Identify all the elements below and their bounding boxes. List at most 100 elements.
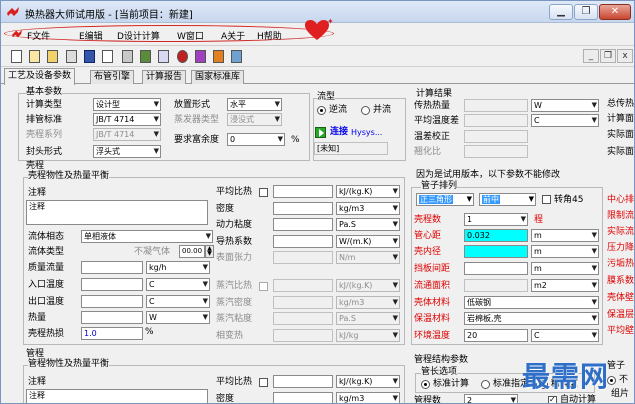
- restore-button[interactable]: ❐: [574, 4, 598, 20]
- shell-material-select[interactable]: 低碳钢: [464, 296, 599, 309]
- grid-icon[interactable]: [138, 49, 153, 64]
- shell-series-select[interactable]: JB/T 4714: [93, 128, 161, 141]
- save-icon[interactable]: [82, 49, 97, 64]
- mean-temp-unit[interactable]: C: [531, 114, 599, 127]
- tube-cp-unit[interactable]: kJ/(kg.K): [336, 375, 400, 388]
- shell-id-unit[interactable]: m: [531, 245, 599, 258]
- cp-input[interactable]: [273, 185, 333, 198]
- tube-passes-select[interactable]: 2: [464, 394, 518, 403]
- std-calc-label: 标准计算: [433, 379, 470, 389]
- ambient-temp-input[interactable]: 20: [464, 329, 528, 342]
- surface-tension-input[interactable]: [273, 251, 333, 264]
- tab-tube-engine[interactable]: 布管引擎: [90, 70, 135, 84]
- menu-window[interactable]: W窗口: [177, 29, 204, 42]
- new-file-icon[interactable]: [9, 49, 24, 64]
- viscosity-input[interactable]: [273, 218, 333, 231]
- vapor-cp-checkbox[interactable]: [259, 282, 268, 291]
- counter-flow-radio[interactable]: [317, 106, 326, 115]
- fluid-type-spinner[interactable]: ▲ ▼: [205, 245, 214, 258]
- tube-cp-input[interactable]: [273, 375, 333, 388]
- tab-process-params[interactable]: 工艺及设备参数: [4, 68, 76, 85]
- parallel-flow-radio[interactable]: [361, 106, 370, 115]
- vapor-cp-input[interactable]: [273, 279, 333, 292]
- outlet-temp-input[interactable]: [81, 295, 143, 308]
- graph-icon[interactable]: [156, 49, 171, 64]
- heat-input[interactable]: [81, 311, 143, 324]
- pitch-unit[interactable]: m: [531, 229, 599, 242]
- std-specify-radio[interactable]: [481, 380, 490, 389]
- inlet-temp-unit[interactable]: C: [146, 278, 210, 291]
- latent-heat-unit[interactable]: kJ/kg: [336, 329, 400, 342]
- cp-checkbox[interactable]: [259, 188, 268, 197]
- menu-file[interactable]: F文件: [27, 29, 50, 42]
- std-calc-radio[interactable]: [421, 380, 430, 389]
- shell-loss-input[interactable]: 1.0: [81, 327, 143, 340]
- tube-note-input[interactable]: 注释: [26, 389, 208, 403]
- hysys-link[interactable]: Hysys...: [351, 127, 382, 138]
- menu-help[interactable]: H帮助: [257, 29, 282, 42]
- tube-density-input[interactable]: [273, 392, 333, 403]
- conductivity-input[interactable]: [273, 235, 333, 248]
- heat-unit[interactable]: W: [146, 311, 210, 324]
- vapor-cp-unit[interactable]: kJ/(kg.K): [336, 279, 400, 292]
- margin-select[interactable]: 0: [227, 133, 285, 146]
- calculator-icon[interactable]: [120, 49, 135, 64]
- surface-tension-unit[interactable]: N/m: [336, 251, 400, 264]
- menu-edit[interactable]: E编辑: [79, 29, 103, 42]
- vapor-density-unit[interactable]: kg/m3: [336, 296, 400, 309]
- phase-select[interactable]: 单相液体: [81, 230, 213, 243]
- shell-passes-select[interactable]: 1: [464, 213, 528, 226]
- chart-icon[interactable]: [211, 49, 226, 64]
- vapor-viscosity-unit[interactable]: Pa.S: [336, 312, 400, 325]
- open-folder-icon[interactable]: [45, 49, 60, 64]
- calc-type-select[interactable]: 设计型: [93, 98, 161, 111]
- density-input[interactable]: [273, 202, 333, 215]
- fluid-type-number[interactable]: 00.00: [179, 245, 205, 258]
- close-button[interactable]: ✕: [599, 4, 631, 20]
- palette-icon[interactable]: [193, 49, 208, 64]
- head-type-select[interactable]: 浮头式: [93, 145, 161, 158]
- menu-design-calc[interactable]: D设计计算: [117, 29, 160, 42]
- copy-icon[interactable]: [100, 49, 115, 64]
- connect-link[interactable]: 连接: [330, 127, 348, 138]
- shell-note-input[interactable]: 注释: [26, 200, 208, 225]
- play-icon[interactable]: [315, 127, 326, 138]
- tube-std-select[interactable]: JB/T 4714: [93, 113, 161, 126]
- baffle-spacing-input[interactable]: [464, 262, 528, 275]
- open-file-icon[interactable]: [27, 49, 42, 64]
- tube-cp-checkbox[interactable]: [259, 378, 268, 387]
- latent-heat-input[interactable]: [273, 329, 333, 342]
- layout-select[interactable]: 正三角形: [416, 193, 474, 206]
- mass-flow-input[interactable]: [81, 261, 143, 274]
- heat-duty-unit[interactable]: W: [531, 99, 599, 112]
- insulation-select[interactable]: 岩棉板,壳: [464, 312, 599, 325]
- baffle-spacing-unit[interactable]: m: [531, 262, 599, 275]
- inlet-temp-input[interactable]: [81, 278, 143, 291]
- conductivity-unit[interactable]: W/(m.K): [336, 235, 400, 248]
- vapor-density-input[interactable]: [273, 296, 333, 309]
- viscosity-unit[interactable]: Pa.S: [336, 218, 400, 231]
- menu-about[interactable]: A关于: [221, 29, 245, 42]
- tube-density-unit[interactable]: kg/m3: [336, 392, 400, 403]
- stop-icon[interactable]: [175, 49, 190, 64]
- minimize-button[interactable]: ▁: [549, 4, 573, 20]
- density-unit[interactable]: kg/m3: [336, 202, 400, 215]
- pitch-input[interactable]: 0.032: [464, 229, 528, 242]
- print-icon[interactable]: [64, 49, 79, 64]
- evaporator-select[interactable]: 浸没式: [227, 113, 282, 126]
- tab-national-std[interactable]: 国家标准库: [191, 70, 245, 84]
- outlet-temp-unit[interactable]: C: [146, 295, 210, 308]
- mass-flow-unit[interactable]: kg/h: [146, 261, 210, 274]
- tab-calc-report[interactable]: 计算报告: [142, 70, 187, 84]
- ambient-temp-unit[interactable]: C: [531, 329, 599, 342]
- rotate-checkbox[interactable]: [542, 195, 551, 204]
- placement-select[interactable]: 水平: [227, 98, 282, 111]
- shell-id-input[interactable]: [464, 245, 528, 258]
- image-icon[interactable]: [229, 49, 244, 64]
- auto-calc-checkbox[interactable]: [548, 395, 557, 403]
- vapor-viscosity-input[interactable]: [273, 312, 333, 325]
- cp-unit[interactable]: kJ/(kg.K): [336, 185, 400, 198]
- position-select[interactable]: 前中: [479, 193, 536, 206]
- right-label-4: 压力降: [607, 243, 635, 253]
- flow-area-unit[interactable]: m2: [531, 279, 599, 292]
